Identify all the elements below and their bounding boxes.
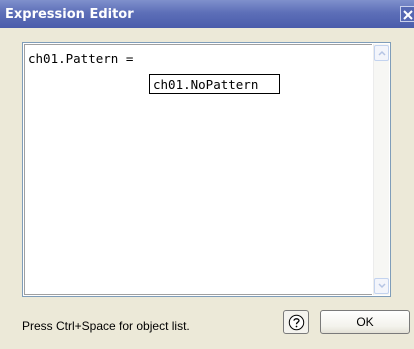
scroll-up-arrow-icon xyxy=(378,50,386,56)
object-list-hint: Press Ctrl+Space for object list. xyxy=(22,319,190,333)
autocomplete-list[interactable]: ch01.NoPattern xyxy=(149,74,280,94)
vertical-scrollbar[interactable] xyxy=(373,44,389,295)
editor-content: ch01.Pattern = ch01.NoPattern xyxy=(24,44,372,295)
ok-button[interactable]: OK xyxy=(320,310,410,334)
scroll-up-button[interactable] xyxy=(374,45,389,61)
title-bar[interactable]: Expression Editor xyxy=(0,0,414,28)
help-icon xyxy=(288,314,305,331)
code-line: ch01.Pattern = xyxy=(28,51,134,66)
window-title: Expression Editor xyxy=(5,7,134,22)
help-button[interactable] xyxy=(283,310,309,334)
scroll-down-button[interactable] xyxy=(374,278,389,294)
close-icon xyxy=(403,10,413,20)
expression-editor-window: Expression Editor ch01.Pattern = ch01.No… xyxy=(0,0,414,349)
expression-text-area[interactable]: ch01.Pattern = ch01.NoPattern xyxy=(22,42,391,297)
scroll-down-arrow-icon xyxy=(378,283,386,289)
close-button[interactable] xyxy=(400,6,414,22)
autocomplete-item[interactable]: ch01.NoPattern xyxy=(153,77,258,92)
